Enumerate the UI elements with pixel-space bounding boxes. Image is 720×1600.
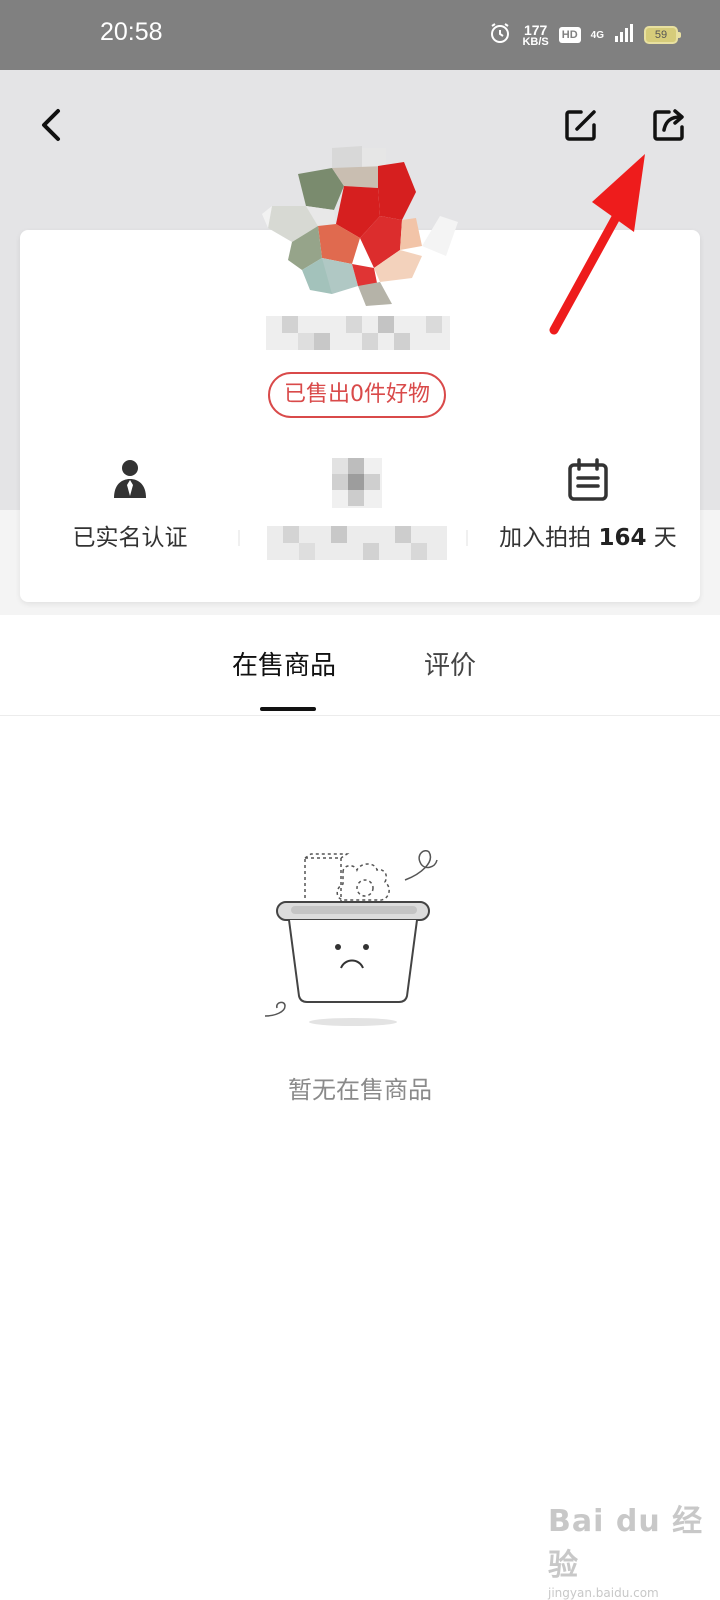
watermark-url: jingyan.baidu.com [548,1586,659,1600]
username-redacted [266,316,450,350]
tab-on-sale[interactable]: 在售商品 [232,645,336,682]
join-days-suffix: 天 [646,525,677,551]
user-verified-icon [114,460,146,498]
status-time: 20:58 [100,18,163,46]
join-days-value: 164 [598,525,647,551]
baidu-watermark: Bai du 经验 jingyan.baidu.com [548,1496,720,1600]
signal-icon [614,23,634,47]
share-icon [653,109,684,141]
empty-basket-illustration [265,850,438,1026]
network-speed-unit: KB/S [522,35,549,48]
battery-icon: 59 [644,26,681,44]
join-days-prefix: 加入拍拍 [499,525,599,551]
empty-state-message: 暂无在售商品 [288,1076,432,1104]
edit-icon [565,110,596,141]
stat-divider [238,530,240,546]
network-type: 4G [590,29,604,41]
stat-redacted [262,458,452,560]
watermark-logo: Bai du 经验 [548,1504,704,1583]
share-button[interactable] [644,100,694,150]
active-tab-indicator [260,707,316,711]
chevron-left-icon [42,109,60,141]
status-icons: 177 KB/S HD 4G 59 [488,20,681,50]
redacted-text [267,526,447,560]
tab-bar: 在售商品 评价 [0,615,720,716]
stat-verified[interactable]: 已实名认证 [50,458,210,552]
redacted-icon [332,458,382,508]
back-button[interactable] [26,100,76,150]
sold-count-badge: 已售出0件好物 [268,372,446,418]
avatar[interactable] [262,146,462,311]
verified-label: 已实名认证 [72,525,188,551]
stat-divider [466,530,468,546]
battery-level: 59 [654,29,668,41]
network-speed-value: 177 [523,21,548,38]
stat-join-days: 加入拍拍 164 天 [488,458,688,552]
network-speed: 177 KB/S [522,23,548,48]
calendar-icon [568,458,608,501]
edit-profile-button[interactable] [556,100,606,150]
alarm-icon [488,21,512,49]
hd-badge: HD [558,27,581,43]
join-days-label: 加入拍拍 164 天 [488,518,688,552]
status-bar: 20:58 177 KB/S HD 4G 59 [0,0,720,70]
tab-reviews[interactable]: 评价 [424,645,476,682]
